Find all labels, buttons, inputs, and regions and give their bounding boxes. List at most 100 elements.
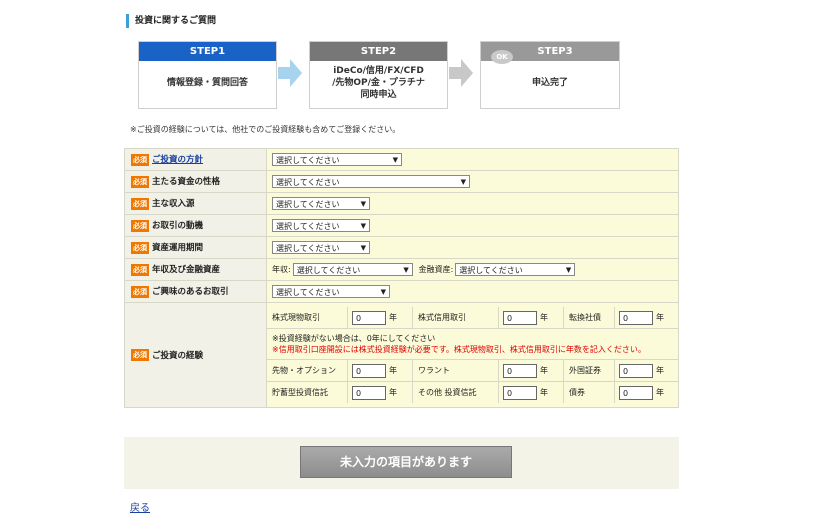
select-value: 選択してください xyxy=(276,244,340,253)
financial-assets-select[interactable]: 選択してください ▼ xyxy=(455,263,576,276)
required-badge: 必須 xyxy=(131,241,149,254)
futures-options-years-input[interactable]: 0 xyxy=(352,363,386,378)
label-text: お取引の動機 xyxy=(152,221,204,232)
step-2: STEP2 iDeCo/信用/FX/CFD /先物OP/金・プラチナ 同時申込 xyxy=(309,41,448,109)
required-badge: 必須 xyxy=(131,285,149,298)
label-text: 資産運用期間 xyxy=(152,243,204,254)
exp-label: 貯蓄型投資信託 xyxy=(267,381,348,403)
period-select[interactable]: 選択してください ▼ xyxy=(272,241,370,254)
chevron-down-icon: ▼ xyxy=(460,178,466,186)
stock-cash-years-input[interactable]: 0 xyxy=(352,310,386,325)
savings-fund-years-input[interactable]: 0 xyxy=(352,385,386,400)
step-2-line-1: iDeCo/信用/FX/CFD xyxy=(333,66,424,76)
select-value: 選択してください xyxy=(276,156,340,165)
question-form: 必須 ご投資の方針 選択してください ▼ 必須 主たる資金の性格 選択してください ▼ … xyxy=(124,148,679,408)
chevron-down-icon: ▼ xyxy=(565,266,572,274)
unit-label: 年 xyxy=(389,366,397,375)
foreign-securities-years-input[interactable]: 0 xyxy=(619,363,653,378)
chevron-down-icon: ▼ xyxy=(360,222,366,230)
experience-notes: ※投資経験がない場合は、0年にしてください ※信用取引口座開設には株式投資経験が… xyxy=(267,328,678,360)
label-period: 必須 資産運用期間 xyxy=(124,236,267,259)
chevron-down-icon: ▼ xyxy=(360,244,366,252)
step-2-line-3: 同時申込 xyxy=(360,90,397,100)
select-value: 選択してください xyxy=(276,178,340,187)
required-badge: 必須 xyxy=(131,175,149,188)
chevron-down-icon: ▼ xyxy=(403,266,409,274)
annual-income-select[interactable]: 選択してください ▼ xyxy=(292,263,413,276)
select-value: 選択してください xyxy=(296,266,361,275)
convertible-bond-years-input[interactable]: 0 xyxy=(619,310,653,325)
unit-label: 年 xyxy=(540,313,548,322)
exp-label: 株式現物取引 xyxy=(267,307,348,329)
label-funds: 必須 主たる資金の性格 xyxy=(124,170,267,193)
interest-select[interactable]: 選択してください ▼ xyxy=(272,285,390,298)
submit-button[interactable]: 未入力の項目があります xyxy=(300,446,512,478)
submit-area: 未入力の項目があります xyxy=(124,437,679,489)
back-link[interactable]: 戻る xyxy=(130,499,150,514)
experience-note: ※ご投資の経験については、他社でのご投資経験も含めてご登録ください。 xyxy=(130,125,401,134)
label-text: ご投資の経験 xyxy=(152,350,204,361)
step-1-head: STEP1 xyxy=(139,42,276,61)
exp-label: 株式信用取引 xyxy=(412,307,499,329)
select-value: 選択してください xyxy=(459,266,523,275)
label-policy: 必須 ご投資の方針 xyxy=(124,148,267,171)
label-motive: 必須 お取引の動機 xyxy=(124,214,267,237)
chevron-down-icon: ▼ xyxy=(392,156,398,164)
funds-select[interactable]: 選択してください ▼ xyxy=(272,175,470,188)
bond-years-input[interactable]: 0 xyxy=(619,385,653,400)
unit-label: 年 xyxy=(389,313,397,322)
select-value: 選択してください xyxy=(276,222,340,231)
exp-label: その他 投資信託 xyxy=(412,381,499,403)
policy-select[interactable]: 選択してください ▼ xyxy=(272,153,402,166)
required-badge: 必須 xyxy=(131,219,149,232)
stock-margin-years-input[interactable]: 0 xyxy=(503,310,537,325)
unit-label: 年 xyxy=(540,366,548,375)
step-1-body: 情報登録・質問回答 xyxy=(166,78,248,88)
exp-label: 先物・オプション xyxy=(267,359,348,382)
label-income: 必須 主な収入源 xyxy=(124,192,267,215)
label-text: 年収及び金融資産 xyxy=(152,265,221,276)
label-text: 主たる資金の性格 xyxy=(152,177,221,188)
financial-assets-label: 金融資産: xyxy=(418,265,454,274)
unit-label: 年 xyxy=(656,388,664,397)
exp-label: 転換社債 xyxy=(563,307,615,329)
label-income-assets: 必須 年収及び金融資産 xyxy=(124,258,267,281)
note-margin-requirement: ※信用取引口座開設には株式投資経験が必要です。株式現物取引、株式信用取引に年数を… xyxy=(272,345,646,354)
step-2-head: STEP2 xyxy=(310,42,447,61)
chevron-down-icon: ▼ xyxy=(360,200,366,208)
label-text: ご興味のあるお取引 xyxy=(152,287,229,298)
label-text: 主な収入源 xyxy=(152,199,195,210)
step-1: STEP1 情報登録・質問回答 xyxy=(138,41,277,109)
warrant-years-input[interactable]: 0 xyxy=(503,363,537,378)
required-badge: 必須 xyxy=(131,349,149,362)
motive-select[interactable]: 選択してください ▼ xyxy=(272,219,370,232)
arrow-right-icon xyxy=(278,59,302,87)
unit-label: 年 xyxy=(656,366,664,375)
note-zero-years: ※投資経験がない場合は、0年にしてください xyxy=(272,334,436,343)
step-2-body: iDeCo/信用/FX/CFD /先物OP/金・プラチナ 同時申込 xyxy=(310,61,447,101)
required-badge: 必須 xyxy=(131,153,149,166)
arrow-right-icon xyxy=(449,59,473,87)
section-title: 投資に関するご質問 xyxy=(126,14,216,28)
label-experience: 必須 ご投資の経験 xyxy=(124,302,267,408)
step-3-body: 申込完了 xyxy=(531,78,568,88)
unit-label: 年 xyxy=(656,313,664,322)
required-badge: 必須 xyxy=(131,263,149,276)
select-value: 選択してください xyxy=(276,288,340,297)
experience-grid: 株式現物取引 0年 株式信用取引 0年 転換社債 0年 ※投資経験がない場合は、… xyxy=(267,307,678,403)
step-3: STEP3 OK 申込完了 xyxy=(480,41,620,109)
exp-label: 債券 xyxy=(563,381,615,403)
ok-badge-icon: OK xyxy=(491,50,513,64)
annual-income-label: 年収: xyxy=(272,265,291,274)
exp-label: 外国証券 xyxy=(563,359,615,382)
income-select[interactable]: 選択してください ▼ xyxy=(272,197,370,210)
required-badge: 必須 xyxy=(131,197,149,210)
unit-label: 年 xyxy=(389,388,397,397)
exp-label: ワラント xyxy=(412,359,499,382)
step-2-line-2: /先物OP/金・プラチナ xyxy=(332,78,425,88)
step-indicator: STEP1 情報登録・質問回答 STEP2 iDeCo/信用/FX/CFD /先… xyxy=(138,41,620,109)
policy-link[interactable]: ご投資の方針 xyxy=(152,155,203,165)
other-fund-years-input[interactable]: 0 xyxy=(503,385,537,400)
label-interest: 必須 ご興味のあるお取引 xyxy=(124,280,267,303)
chevron-down-icon: ▼ xyxy=(380,288,386,296)
